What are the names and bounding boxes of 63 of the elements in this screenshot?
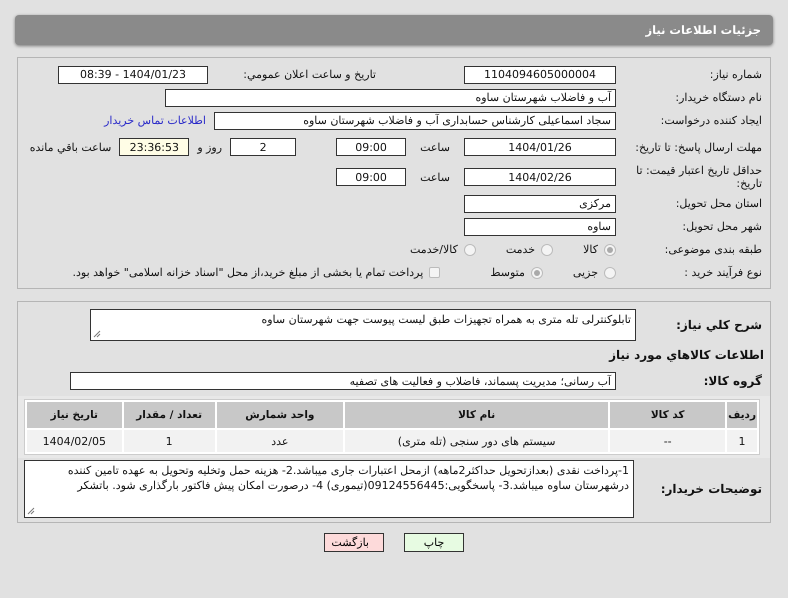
time-field[interactable]: 09:00 <box>336 168 406 186</box>
field-label: نام دستگاه خریدار: <box>674 91 763 104</box>
countdown-field: 23:36:53 <box>119 138 190 156</box>
radio-button[interactable] <box>530 266 543 278</box>
field-label: استان محل تحویل: <box>674 197 763 210</box>
input-field[interactable]: مرکزی <box>464 194 616 212</box>
option-label: کالا <box>583 243 598 256</box>
field-label: شرح كلي نياز: <box>675 318 763 332</box>
days-field: 2 <box>230 138 296 156</box>
page-title: جزئیات اطلاعات نیاز <box>645 23 761 37</box>
field-label: تاریخ و ساعت اعلان عمومي: <box>242 68 376 81</box>
column-header: تاریخ نیاز <box>27 402 122 428</box>
date-field[interactable]: 1404/01/26 <box>464 138 616 156</box>
date-field[interactable]: 1404/02/26 <box>464 168 616 186</box>
column-header: تعداد / مقدار <box>124 402 215 428</box>
radio-button[interactable] <box>541 244 554 256</box>
table-cell: عدد <box>216 430 343 452</box>
resize-grip-icon[interactable] <box>93 330 101 338</box>
section-heading: اطلاعات كالاهاي مورد نياز <box>609 348 764 362</box>
column-header: ردیف <box>727 402 757 428</box>
option-label: جزیی <box>572 266 598 279</box>
field-label: ایجاد کننده درخواست: <box>660 114 763 127</box>
column-header: واحد شمارش <box>216 402 343 428</box>
input-field[interactable]: ساوه <box>464 218 616 236</box>
field-label: نوع فرآیند خرید : <box>683 266 763 279</box>
time-field[interactable]: 09:00 <box>336 138 406 156</box>
checkbox[interactable] <box>429 267 440 278</box>
field-label: طبقه بندی موضوعی: <box>664 243 763 256</box>
column-header: کد کالا <box>610 402 726 428</box>
table-cell: سیستم های دور سنجی (تله متری) <box>345 430 608 452</box>
print-button[interactable]: چاپ <box>404 533 464 552</box>
resize-grip-icon[interactable] <box>27 507 35 515</box>
field-label: توضیحات خریدار: <box>660 482 763 496</box>
field-label: حداقل تاریخ اعتبار قیمت: تا تاریخ: <box>635 164 763 190</box>
table-cell: 1404/02/05 <box>27 430 122 452</box>
table-cell: 1 <box>124 430 215 452</box>
notes-box[interactable]: 1-پرداخت نقدی (بعدازتحویل حداکثر2ماهه) ازمحل اعتبارات جاری میباشد.2- هزینه حمل وتخلیه وتحویل به عهده تامین کننده درشهرستان ساوه میباشد.3- پاسخگویی:09124556445(تیموری) 4- درصورت امکان پیش فاکتور بارگذاری شود. باتشکر <box>24 460 634 518</box>
input-field[interactable]: 1404/01/23 - 08:39 <box>58 66 208 84</box>
table-cell: -- <box>610 430 726 452</box>
input-field[interactable]: آب رسانی؛ مدیریت پسماند، فاضلاب و فعالیت های تصفیه <box>70 372 616 390</box>
contact-link[interactable]: اطلاعات تماس خریدار <box>104 114 206 127</box>
option-label: خدمت <box>506 243 536 256</box>
back-button[interactable]: بازگشت <box>324 533 384 552</box>
option-label: متوسط <box>490 266 525 279</box>
field-label: ساعت باقي مانده <box>30 140 112 154</box>
description-box[interactable]: تابلوکنترلی تله متری به همراه تجهیزات طبق لیست پیوست جهت شهرستان ساوه <box>90 309 636 341</box>
input-field[interactable]: 1104094605000004 <box>464 66 616 84</box>
input-field[interactable]: سجاد اسماعیلی کارشناس حسابداری آب و فاضلاب شهرستان ساوه <box>214 112 616 130</box>
column-header: نام کالا <box>345 402 608 428</box>
field-label: روز و <box>197 140 222 154</box>
radio-button[interactable] <box>604 244 616 256</box>
field-label: شماره نیاز: <box>708 68 763 81</box>
field-label: ساعت <box>420 170 450 184</box>
field-label: مهلت ارسال پاسخ: تا تاریخ: <box>634 140 763 154</box>
table-cell: 1 <box>727 430 757 452</box>
input-field[interactable]: آب و فاضلاب شهرستان ساوه <box>165 88 616 106</box>
field-label: ساعت <box>420 140 450 154</box>
radio-button[interactable] <box>604 266 616 278</box>
field-label: گروه کالا: <box>702 374 763 388</box>
field-label: شهر محل تحویل: <box>681 220 763 233</box>
option-label: کالا/خدمت <box>410 243 458 256</box>
radio-button[interactable] <box>464 244 476 256</box>
checkbox-label: پرداخت تمام یا بخشی از مبلغ خرید،از محل "اسناد خزانه اسلامی" خواهد بود. <box>72 266 424 279</box>
